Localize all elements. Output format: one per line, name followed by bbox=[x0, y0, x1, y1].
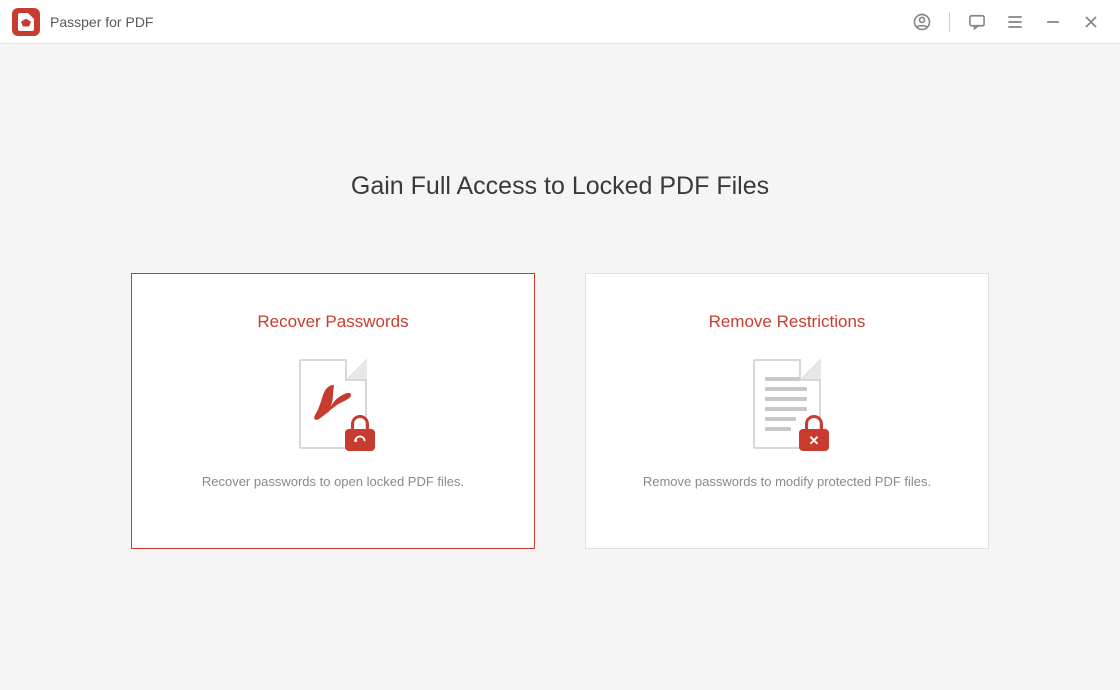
main-content: Gain Full Access to Locked PDF Files Rec… bbox=[0, 44, 1120, 690]
titlebar: Passper for PDF bbox=[0, 0, 1120, 44]
app-logo-icon bbox=[12, 8, 40, 36]
app-title: Passper for PDF bbox=[50, 14, 153, 30]
cards-container: Recover Passwords bbox=[131, 273, 989, 549]
recover-card-title: Recover Passwords bbox=[257, 312, 408, 332]
minimize-button[interactable] bbox=[1036, 5, 1070, 39]
recover-passwords-card[interactable]: Recover Passwords bbox=[131, 273, 535, 549]
main-heading: Gain Full Access to Locked PDF Files bbox=[351, 172, 769, 201]
recover-card-description: Recover passwords to open locked PDF fil… bbox=[202, 474, 464, 489]
titlebar-divider bbox=[949, 12, 950, 32]
feedback-icon[interactable] bbox=[960, 5, 994, 39]
remove-card-description: Remove passwords to modify protected PDF… bbox=[643, 474, 931, 489]
doc-remove-icon: ✕ bbox=[742, 356, 832, 452]
pdf-recover-icon bbox=[288, 356, 378, 452]
account-icon[interactable] bbox=[905, 5, 939, 39]
menu-icon[interactable] bbox=[998, 5, 1032, 39]
close-button[interactable] bbox=[1074, 5, 1108, 39]
remove-restrictions-card[interactable]: Remove Restrictions ✕ bbox=[585, 273, 989, 549]
remove-card-title: Remove Restrictions bbox=[709, 312, 866, 332]
titlebar-controls bbox=[905, 5, 1108, 39]
